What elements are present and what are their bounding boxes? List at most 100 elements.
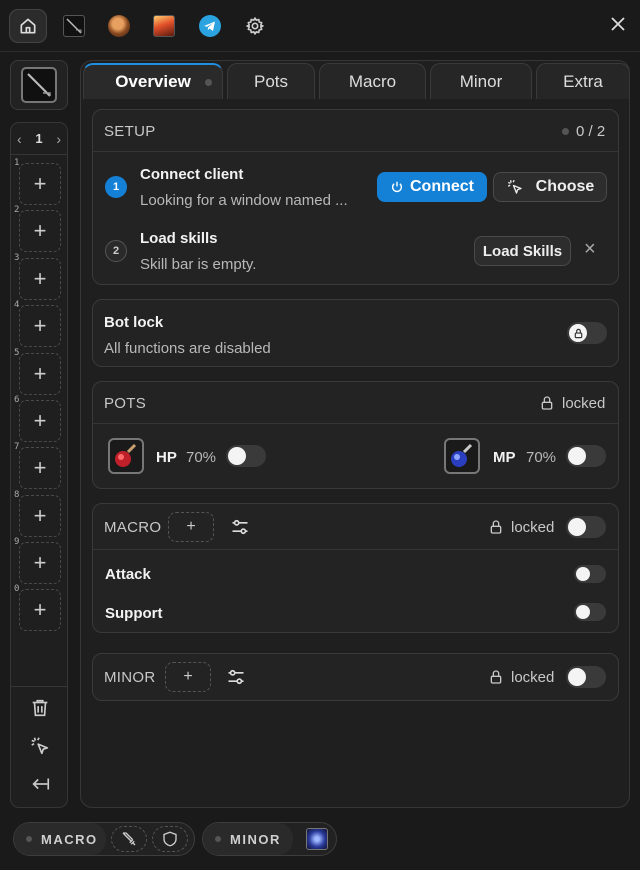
selected-skill-slot[interactable]	[10, 60, 68, 110]
macro-toggle[interactable]	[566, 516, 606, 538]
minor-quickbar-label[interactable]: MINOR	[203, 823, 293, 855]
setup-progress: 0 / 2	[576, 123, 606, 140]
telegram-icon	[199, 15, 221, 37]
mp-toggle[interactable]	[566, 445, 606, 467]
hp-toggle[interactable]	[226, 445, 266, 467]
macro-status: locked	[511, 519, 555, 536]
pick-button[interactable]	[29, 735, 51, 757]
add-icon: +	[33, 266, 47, 291]
home-icon	[20, 18, 36, 34]
skill-slot[interactable]: 5 +	[14, 348, 61, 395]
telegram-button[interactable]	[191, 9, 229, 43]
collapse-button[interactable]	[29, 773, 51, 795]
bot-lock-subtitle: All functions are disabled	[104, 340, 271, 357]
add-icon: +	[33, 503, 47, 528]
sliders-icon[interactable]	[226, 667, 246, 687]
load-skills-button[interactable]: Load Skills	[474, 236, 571, 266]
hp-percent: 70%	[186, 449, 217, 466]
power-icon	[391, 181, 403, 193]
page-next-button[interactable]: ›	[56, 131, 61, 147]
setup-header: SETUP 0 / 2	[93, 110, 618, 152]
quickbar-slot[interactable]	[111, 826, 147, 852]
connect-client-subtitle: Looking for a window named ...	[140, 192, 348, 209]
dismiss-button[interactable]: ×	[584, 238, 596, 261]
top-bar	[0, 0, 640, 52]
skill-slot[interactable]: 4 +	[14, 300, 61, 347]
connect-client-title: Connect client	[140, 166, 244, 183]
tab-label: Extra	[563, 71, 603, 91]
quickbar-slot[interactable]	[152, 826, 188, 852]
macro-header: MACRO + locked	[93, 504, 618, 550]
fire-skill-button[interactable]	[145, 9, 183, 43]
load-skills-subtitle: Skill bar is empty.	[140, 256, 257, 273]
page-number: 1	[35, 131, 43, 146]
attack-toggle[interactable]	[574, 565, 606, 583]
support-toggle[interactable]	[574, 603, 606, 621]
skill-slot[interactable]: 8 +	[14, 490, 61, 537]
main-panel: Overview Pots Macro Minor Extra SETUP 0 …	[80, 60, 630, 808]
character-avatar-button[interactable]	[100, 9, 138, 43]
connect-button[interactable]: Connect	[377, 172, 487, 202]
selected-skill-icon	[21, 67, 57, 103]
slot-number: 1	[14, 158, 20, 168]
skill-slot[interactable]: 2 +	[14, 205, 61, 252]
status-dot	[26, 836, 32, 842]
sword-icon	[122, 832, 136, 846]
sliders-icon[interactable]	[230, 517, 250, 537]
macro-quickbar-label[interactable]: MACRO	[14, 823, 106, 855]
choose-label: Choose	[535, 178, 595, 195]
skill-slot[interactable]: 0 +	[14, 584, 61, 631]
toggle-knob	[576, 567, 590, 581]
hp-label: HP	[156, 449, 177, 466]
tab-label: Macro	[348, 71, 397, 91]
tab-extra[interactable]: Extra	[536, 63, 629, 99]
tab-macro[interactable]: Macro	[319, 63, 426, 99]
skill-bar-column: ‹ 1 › 1 + 2 + 3 + 4 + 5 + 6 + 7 + 8 + 9 + 0 +	[10, 122, 68, 808]
slot-number: 5	[14, 348, 20, 358]
skill-slot[interactable]: 7 +	[14, 442, 61, 489]
lock-icon	[490, 670, 502, 684]
add-icon: +	[33, 550, 47, 575]
setup-title: SETUP	[104, 123, 156, 140]
lock-icon	[574, 328, 582, 338]
quickbar-slot[interactable]	[299, 826, 335, 852]
tab-minor[interactable]: Minor	[430, 63, 532, 99]
status-dot	[562, 128, 569, 135]
lock-icon	[541, 396, 553, 410]
add-macro-button[interactable]: +	[168, 512, 214, 542]
add-icon: +	[33, 313, 47, 338]
tab-overview[interactable]: Overview	[83, 63, 223, 99]
home-button[interactable]	[9, 9, 47, 43]
settings-button[interactable]	[236, 9, 274, 43]
skill-thumb-button[interactable]	[55, 9, 93, 43]
close-icon	[611, 17, 625, 31]
slot-number: 2	[14, 205, 20, 215]
delete-button[interactable]	[29, 697, 51, 719]
skill-slot[interactable]: 1 +	[14, 158, 61, 205]
gear-icon	[246, 17, 264, 35]
page-prev-button[interactable]: ‹	[17, 131, 22, 147]
close-button[interactable]	[608, 14, 628, 34]
bot-lock-toggle[interactable]	[567, 322, 607, 344]
macro-quickbar-text: MACRO	[41, 831, 98, 847]
fire-skill-icon	[153, 15, 175, 37]
pots-card: POTS locked HP 70% MP 70%	[92, 381, 619, 489]
tab-label: Overview	[115, 72, 191, 91]
skill-slot[interactable]: 3 +	[14, 253, 61, 300]
macro-quickbar: MACRO	[13, 822, 195, 856]
macro-card: MACRO + locked Attack Support	[92, 503, 619, 633]
tab-bar: Overview Pots Macro Minor Extra	[81, 61, 629, 99]
pots-status: locked	[562, 395, 606, 412]
slot-number: 3	[14, 253, 20, 263]
skill-slot[interactable]: 9 +	[14, 537, 61, 584]
arrow-left-to-line-icon	[32, 778, 50, 790]
load-skills-label: Load Skills	[482, 242, 563, 260]
toggle-knob	[568, 518, 586, 536]
minor-toggle[interactable]	[566, 666, 606, 688]
skill-slot[interactable]: 6 +	[14, 395, 61, 442]
macro-title: MACRO	[104, 519, 162, 536]
add-minor-button[interactable]: +	[165, 662, 211, 692]
tab-pots[interactable]: Pots	[227, 63, 315, 99]
choose-button[interactable]: Choose	[493, 172, 607, 202]
minor-title: MINOR	[104, 669, 156, 686]
